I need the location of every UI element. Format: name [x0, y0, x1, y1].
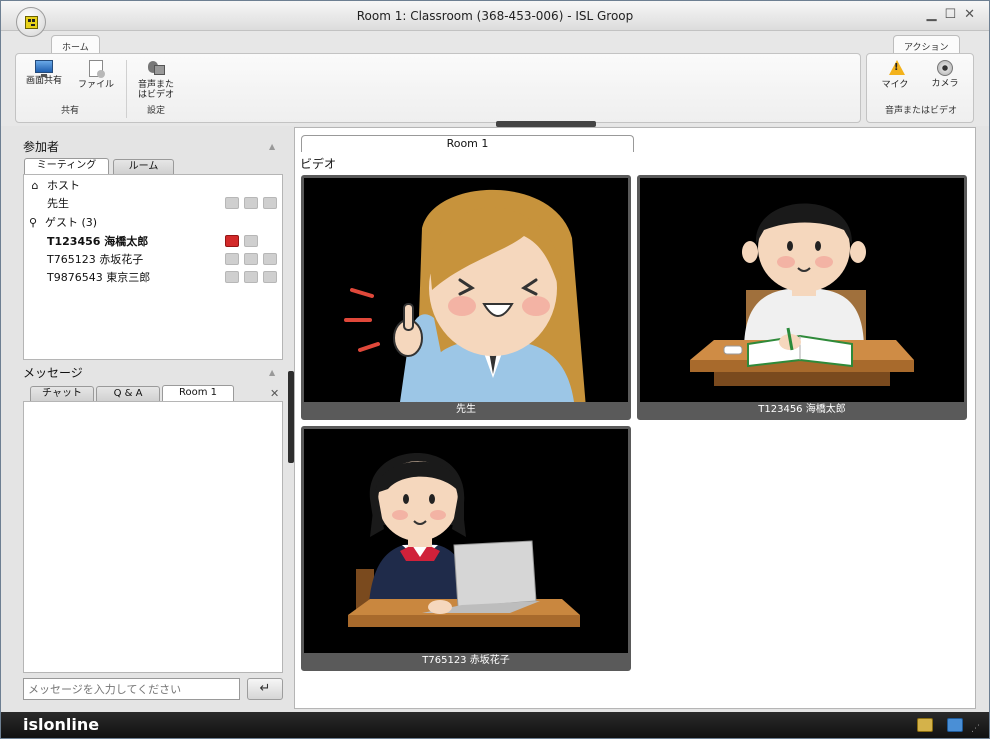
- tab-room-chat[interactable]: Room 1: [162, 385, 234, 402]
- send-button[interactable]: ↵: [247, 678, 283, 700]
- mic-active-icon[interactable]: [225, 235, 239, 247]
- windows-icon[interactable]: [947, 718, 963, 732]
- mic-label: マイク: [881, 80, 909, 90]
- mic-toggle-icon[interactable]: [225, 271, 239, 283]
- group-label-share: 共有: [60, 106, 79, 116]
- video-toggle-icon[interactable]: [244, 271, 258, 283]
- menu-icon[interactable]: [263, 271, 277, 283]
- camera-label: カメラ: [931, 79, 959, 89]
- collapse-participants-icon[interactable]: ▲: [269, 142, 275, 151]
- guest-icon: ⚲: [28, 215, 38, 229]
- window-title: Room 1: Classroom (368-453-006) - ISL Gr…: [356, 9, 634, 23]
- brand-logo: islonline: [23, 715, 100, 734]
- tab-meeting[interactable]: ミーティング: [24, 158, 109, 175]
- file-icon: [89, 60, 105, 78]
- audio-video-icon: [147, 60, 165, 77]
- mic-warning-icon: [886, 60, 905, 77]
- audio-video-settings-button[interactable]: 音声また はビデオ: [134, 58, 178, 100]
- student-2-video-illustration: [304, 429, 628, 653]
- video-tile-student-1[interactable]: T123456 海橋太郎: [637, 175, 967, 420]
- guest-group: ⚲ ゲスト (3): [27, 213, 277, 231]
- file-label: ファイル: [77, 80, 114, 90]
- participants-header: 参加者: [23, 140, 60, 154]
- participant-row[interactable]: T123456 海橋太郎: [47, 232, 277, 250]
- collapse-messages-icon[interactable]: ▲: [269, 368, 275, 377]
- title-bar: Room 1: Classroom (368-453-006) - ISL Gr…: [1, 1, 989, 31]
- ribbon-collapse-handle[interactable]: [496, 121, 596, 127]
- group-label-av: 音声またはビデオ: [884, 106, 957, 116]
- host-label: ホスト: [47, 179, 80, 192]
- maximize-button[interactable]: ☐: [944, 7, 956, 22]
- menu-icon[interactable]: [263, 197, 277, 209]
- participant-row[interactable]: 先生: [47, 194, 277, 212]
- share-screen-label: 画面共有: [25, 76, 62, 86]
- home-panel: 画面共有 ファイル 共有 音声また はビデオ 設定: [15, 53, 861, 123]
- group-label-settings: 設定: [146, 106, 165, 116]
- tab-qa[interactable]: Q & A: [96, 386, 160, 402]
- file-button[interactable]: ファイル: [74, 58, 118, 90]
- teacher-video-illustration: [304, 178, 628, 402]
- close-tab-icon[interactable]: ✕: [270, 387, 279, 400]
- video-section-label: ビデオ: [300, 157, 337, 171]
- tile-caption: T123456 海橋太郎: [640, 402, 964, 417]
- camera-button[interactable]: カメラ: [923, 58, 967, 89]
- window-controls: ▁ ☐ ✕: [926, 7, 975, 22]
- host-group: ⌂ ホスト: [29, 176, 279, 194]
- minimize-button[interactable]: ▁: [926, 7, 936, 22]
- tab-room-1[interactable]: Room 1: [301, 135, 634, 152]
- mic-button[interactable]: マイク: [873, 58, 917, 90]
- messages-header: メッセージ: [23, 366, 83, 380]
- divider: [126, 60, 127, 118]
- close-button[interactable]: ✕: [964, 7, 975, 22]
- message-input[interactable]: [23, 678, 240, 700]
- app-window: Room 1: Classroom (368-453-006) - ISL Gr…: [0, 0, 990, 739]
- participant-row[interactable]: T9876543 東京三郎: [47, 268, 277, 286]
- audio-video-label-1: 音声また: [137, 80, 174, 90]
- video-tile-teacher[interactable]: 先生: [301, 175, 631, 420]
- mic-toggle-icon[interactable]: [225, 253, 239, 265]
- status-bar: islonline ⋰: [1, 712, 989, 738]
- tile-caption: 先生: [304, 402, 628, 417]
- mic-toggle-icon[interactable]: [225, 197, 239, 209]
- participant-row[interactable]: T765123 赤坂花子: [47, 250, 277, 268]
- enter-icon: ↵: [259, 681, 271, 696]
- resize-grip-icon[interactable]: ⋰: [971, 724, 980, 734]
- tab-action[interactable]: アクション: [893, 35, 960, 55]
- audio-video-label-2: はビデオ: [137, 90, 174, 100]
- guest-label: ゲスト (3): [45, 216, 98, 229]
- action-panel: マイク カメラ 音声またはビデオ: [866, 53, 974, 123]
- tile-caption: T765123 赤坂花子: [304, 653, 628, 668]
- video-toggle-icon[interactable]: [244, 197, 258, 209]
- tab-home[interactable]: ホーム: [51, 35, 100, 55]
- monitor-icon: [35, 60, 53, 77]
- tab-chat[interactable]: チャット: [30, 386, 94, 402]
- menu-icon[interactable]: [263, 253, 277, 265]
- video-toggle-icon[interactable]: [244, 235, 258, 247]
- video-tile-student-2[interactable]: T765123 赤坂花子: [301, 426, 631, 671]
- camera-icon: [937, 60, 953, 76]
- home-icon: ⌂: [31, 178, 39, 192]
- share-screen-button[interactable]: 画面共有: [22, 58, 66, 86]
- save-icon[interactable]: [917, 718, 933, 732]
- student-1-video-illustration: [640, 178, 964, 402]
- message-list: [23, 401, 283, 673]
- video-toggle-icon[interactable]: [244, 253, 258, 265]
- tab-room[interactable]: ルーム: [113, 159, 174, 175]
- app-menu-logo-icon[interactable]: [16, 7, 46, 37]
- ribbon: ホーム アクション 画面共有 ファイル 共有 音声また はビデオ 設定 ! マイ…: [1, 31, 989, 126]
